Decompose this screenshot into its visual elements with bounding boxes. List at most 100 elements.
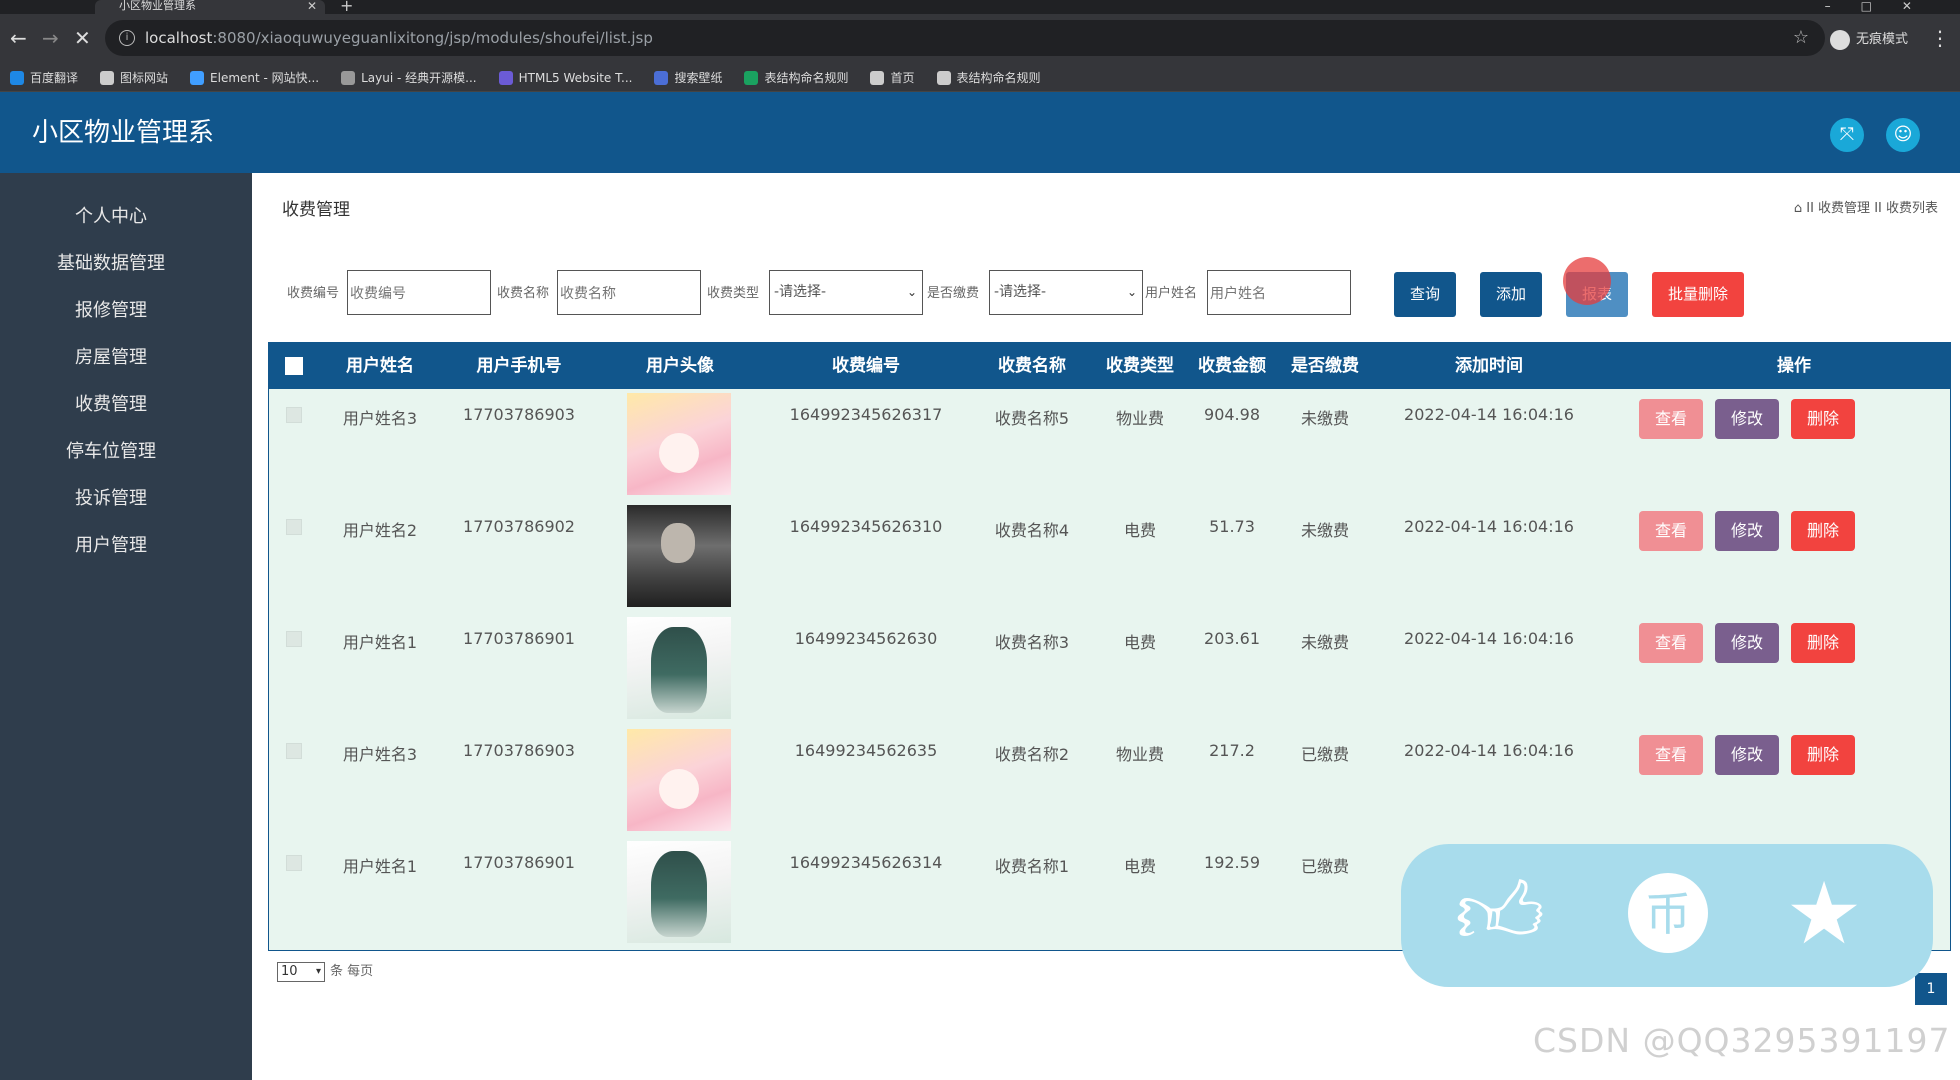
column-header: 用户头像	[646, 356, 714, 376]
cell-paid: 已缴费	[1300, 745, 1350, 764]
bookmark-item[interactable]: 表结构命名规则	[744, 69, 848, 86]
row-checkbox[interactable]	[286, 855, 302, 871]
sidebar-item[interactable]: 收费管理	[0, 385, 222, 425]
bookmark-icon	[936, 70, 951, 85]
name-input[interactable]	[557, 270, 701, 315]
cell-amount: 192.59	[1204, 853, 1260, 872]
cell-name: 收费名称5	[994, 409, 1070, 428]
forward-icon[interactable]: →	[42, 26, 59, 50]
delete-button[interactable]: 删除	[1791, 623, 1855, 663]
bookmark-item[interactable]: Layui - 经典开源模...	[341, 69, 477, 86]
edit-button[interactable]: 修改	[1715, 511, 1779, 551]
search-button[interactable]: 查询	[1394, 272, 1456, 317]
avatar	[627, 617, 731, 719]
delete-button[interactable]: 删除	[1791, 735, 1855, 775]
user-input[interactable]	[1207, 270, 1351, 315]
view-button[interactable]: 查看	[1639, 399, 1703, 439]
star-icon[interactable]: ★	[1769, 866, 1879, 962]
bookmark-item[interactable]: Element - 网站快...	[190, 69, 319, 86]
view-button[interactable]: 查看	[1639, 735, 1703, 775]
edit-button[interactable]: 修改	[1715, 735, 1779, 775]
bookmark-item[interactable]: 表结构命名规则	[936, 69, 1041, 86]
breadcrumb[interactable]: ⌂ II 收费管理 II 收费列表	[1794, 197, 1938, 216]
select-all-checkbox[interactable]	[285, 357, 303, 375]
cell-code: 164992345626317	[789, 405, 943, 424]
cell-phone: 17703786903	[463, 741, 575, 760]
column-header: 用户手机号	[476, 356, 562, 376]
tab-title: 小区物业管理系	[119, 0, 196, 12]
page-number-button[interactable]: 1	[1915, 973, 1947, 1005]
view-button[interactable]: 查看	[1639, 511, 1703, 551]
sidebar-item[interactable]: 报修管理	[0, 291, 222, 331]
row-checkbox[interactable]	[286, 743, 302, 759]
bookmark-label: HTML5 Website T...	[518, 70, 633, 85]
incognito-indicator[interactable]: 无痕模式	[1830, 28, 1908, 50]
per-page-select[interactable]: 10 ▾	[277, 962, 325, 982]
stop-icon[interactable]: ✕	[74, 26, 91, 50]
bookmark-item[interactable]: 首页	[870, 69, 915, 86]
bookmarks-bar: 百度翻译 图标网站 Element - 网站快... Layui - 经典开源模...…	[0, 64, 1960, 92]
cell-phone: 17703786901	[463, 629, 575, 648]
row-checkbox[interactable]	[286, 407, 302, 423]
window-controls-icon[interactable]: –□✕	[1825, 0, 1942, 13]
sidebar-item[interactable]: 停车位管理	[0, 432, 222, 472]
sidebar-item[interactable]: 房屋管理	[0, 338, 222, 378]
address-bar: ← → ✕ i localhost:8080/xiaoquwuyeguanlix…	[0, 14, 1960, 64]
bookmark-item[interactable]: 搜索壁纸	[654, 69, 722, 86]
delete-button[interactable]: 删除	[1791, 511, 1855, 551]
batch-delete-button[interactable]: 批量删除	[1652, 272, 1744, 317]
cell-type: 电费	[1123, 857, 1157, 876]
url-input[interactable]: i localhost:8080/xiaoquwuyeguanlixitong/…	[105, 20, 1825, 56]
sidebar-item[interactable]: 个人中心	[0, 197, 222, 237]
paid-label: 是否缴费	[927, 286, 980, 301]
paid-select[interactable]: -请选择- ⌄	[989, 270, 1143, 315]
bookmark-item[interactable]: HTML5 Website T...	[498, 70, 633, 85]
paid-select-value: -请选择-	[994, 284, 1047, 300]
thumbs-up-icon[interactable]: 👍︎	[1445, 866, 1555, 962]
edit-button[interactable]: 修改	[1715, 623, 1779, 663]
cell-type: 电费	[1123, 633, 1157, 652]
incognito-label: 无痕模式	[1856, 32, 1909, 47]
cell-code: 16499234562635	[794, 741, 938, 760]
edit-button[interactable]: 修改	[1715, 399, 1779, 439]
bookmark-label: 百度翻译	[30, 71, 79, 85]
row-checkbox[interactable]	[286, 631, 302, 647]
sidebar-item[interactable]: 投诉管理	[0, 479, 222, 519]
type-label: 收费类型	[707, 286, 760, 301]
coin-icon[interactable]: 币	[1613, 870, 1723, 975]
bookmark-icon	[654, 70, 669, 85]
avatar	[627, 505, 731, 607]
menu-icon[interactable]: ⋮	[1930, 26, 1950, 50]
star-icon[interactable]: ☆	[1793, 20, 1809, 56]
column-header: 是否缴费	[1291, 356, 1359, 376]
url-host: localhost	[145, 29, 213, 47]
cell-time: 2022-04-14 16:04:16	[1404, 517, 1574, 536]
bookmark-icon	[341, 70, 356, 85]
close-icon[interactable]: ✕	[307, 0, 317, 12]
cell-amount: 217.2	[1209, 741, 1255, 760]
bookmark-item[interactable]: 图标网站	[100, 69, 168, 86]
cell-type: 电费	[1123, 521, 1157, 540]
column-header: 收费金额	[1198, 356, 1266, 376]
browser-tab[interactable]: 小区物业管理系 ✕	[95, 0, 325, 14]
sidebar-item[interactable]: 用户管理	[0, 526, 222, 566]
fullscreen-icon[interactable]: ⤧	[1830, 118, 1864, 152]
type-select[interactable]: -请选择- ⌄	[769, 270, 923, 315]
view-button[interactable]: 查看	[1639, 623, 1703, 663]
code-input[interactable]	[347, 270, 491, 315]
user-icon[interactable]: ☺	[1886, 118, 1920, 152]
back-icon[interactable]: ←	[10, 26, 27, 50]
cell-code: 164992345626314	[789, 853, 943, 872]
new-tab-icon[interactable]: +	[340, 0, 353, 14]
add-button[interactable]: 添加	[1480, 272, 1542, 317]
table-row: 用户姓名2 17703786902 164992345626310 收费名称4 电费 51…	[269, 501, 1950, 613]
bookmark-item[interactable]: 百度翻译	[10, 69, 78, 86]
info-icon[interactable]: i	[119, 30, 135, 46]
delete-button[interactable]: 删除	[1791, 399, 1855, 439]
column-header: 收费名称	[998, 356, 1066, 376]
bookmark-label: 表结构命名规则	[956, 71, 1041, 85]
table-row: 用户姓名1 17703786901 16499234562630 收费名称3 电费 203…	[269, 613, 1950, 725]
bookmark-label: 图标网站	[120, 71, 169, 85]
sidebar-item[interactable]: 基础数据管理	[0, 244, 222, 284]
row-checkbox[interactable]	[286, 519, 302, 535]
